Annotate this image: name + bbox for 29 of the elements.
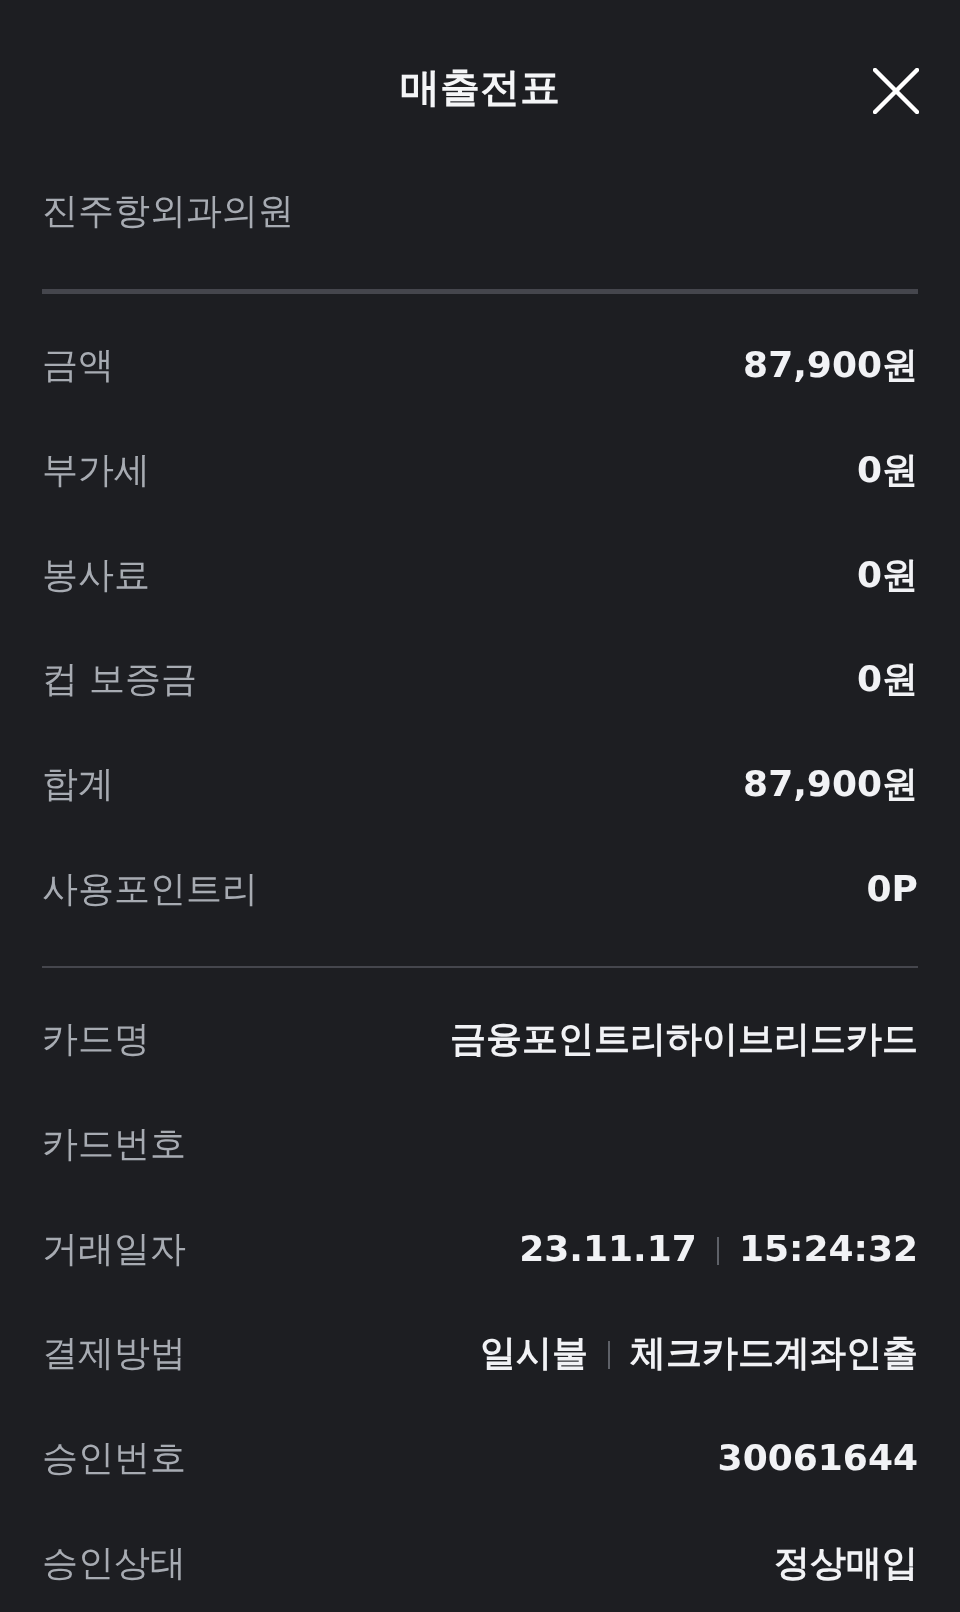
merchant-name: 진주항외과의원 [42,189,294,233]
field-label: 부가세 [42,447,150,492]
close-button[interactable] [873,68,919,114]
field-label: 결제방법 [42,1331,186,1376]
field-label: 컵 보증금 [42,657,198,702]
field-value: 15:24:32 [738,1226,918,1271]
field-label: 카드번호 [42,1121,186,1166]
field-value: 30061644 [717,1436,918,1481]
field-label: 카드명 [42,1017,150,1061]
field-label: 합계 [42,762,114,807]
field-value: 87,900원 [743,343,918,387]
field-label: 승인상태 [42,1540,186,1585]
close-icon [873,68,919,114]
field-value: 금융포인트리하이브리드카드 [450,1017,918,1061]
dialog-title: 매출전표 [400,63,560,112]
field-label: 승인번호 [42,1436,186,1481]
field-value: 0원 [856,447,918,492]
field-label: 거래일자 [42,1226,186,1271]
field-value: 0원 [856,657,918,702]
field-value: 0P [866,867,918,911]
field-label: 사용포인트리 [42,867,258,911]
field-label: 금액 [42,343,114,387]
field-value: 일시불 [480,1331,588,1376]
field-value: 0원 [856,552,918,597]
field-value: 체크카드계좌인출 [630,1331,918,1376]
field-value: 정상매입 [774,1540,918,1585]
field-value: 23.11.17 [519,1226,697,1271]
field-label: 봉사료 [42,552,150,597]
field-value: 87,900원 [743,762,918,807]
